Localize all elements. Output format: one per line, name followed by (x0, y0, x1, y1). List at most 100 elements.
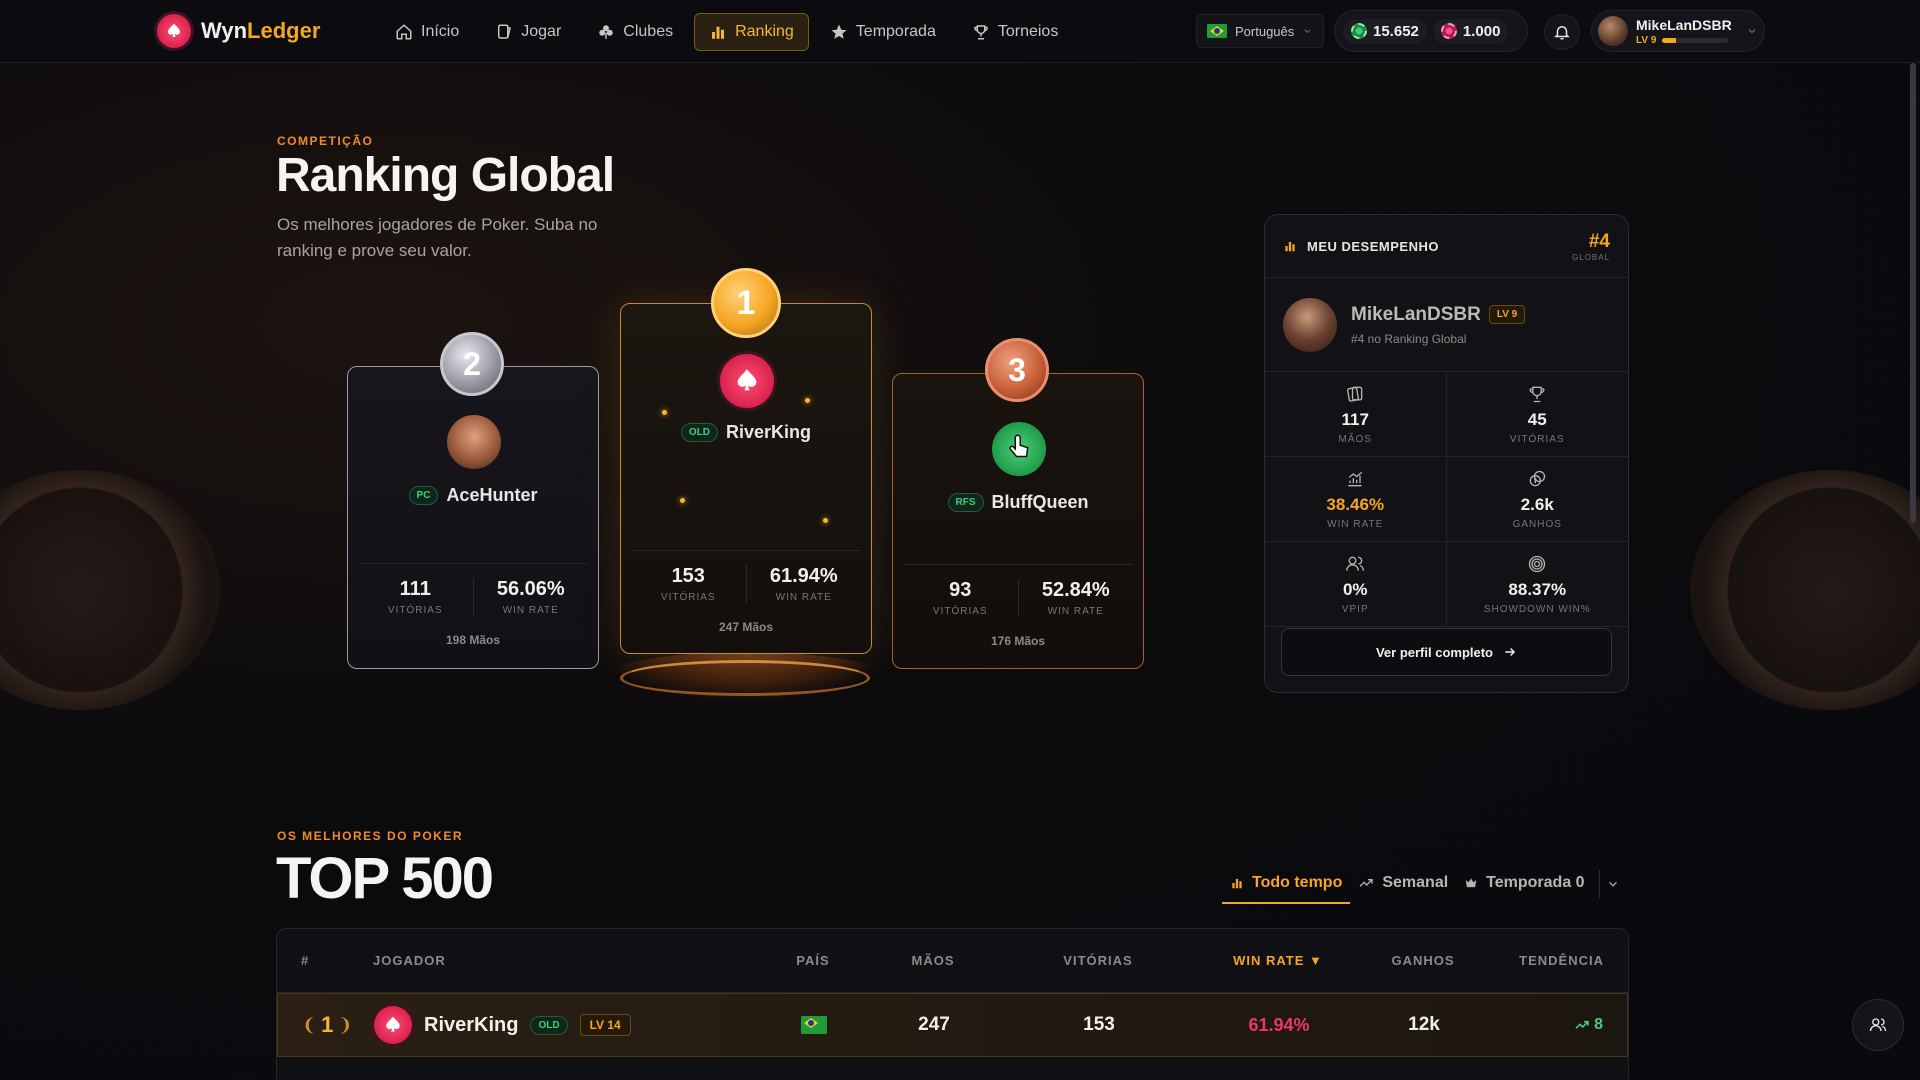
wins-cell: 153 (1083, 1014, 1115, 1035)
performance-subtitle: #4 no Ranking Global (1351, 331, 1467, 346)
green-chip-icon (1351, 23, 1367, 39)
column-header-rank[interactable]: # (277, 953, 373, 968)
section-eyebrow: COMPETIÇÃO (277, 134, 374, 148)
podium-card-1[interactable]: OLD RiverKing 153 VITÓRIAS 61.94% WIN RATE… (620, 303, 872, 654)
brazil-flag-icon (1207, 24, 1227, 38)
coins-icon (1529, 470, 1546, 486)
home-icon (396, 24, 412, 40)
spade-chip-logo-icon (157, 14, 191, 48)
nav-item-label: Temporada (855, 23, 936, 40)
win-rate-cell: 61.94% (1248, 1014, 1310, 1035)
column-header-win-rate[interactable]: WIN RATE ▼ (1203, 953, 1353, 968)
section-eyebrow: OS MELHORES DO POKER (277, 829, 464, 843)
page-title: Ranking Global (276, 149, 615, 202)
wins-value: 93 (949, 579, 972, 601)
filter-season[interactable]: Temporada 0 (1456, 864, 1592, 904)
language-label: Português (1235, 23, 1295, 39)
my-performance-card: MEU DESEMPENHO #4 GLOBAL MikeLanDSBR LV … (1264, 214, 1629, 693)
podium-card-2[interactable]: PC AceHunter 111 VITÓRIAS 56.06% WIN RATE … (347, 366, 599, 669)
win-rate-value: 56.06% (496, 578, 565, 600)
player-tag: RFS (947, 493, 984, 512)
language-selector[interactable]: Português (1196, 14, 1324, 48)
column-header-country[interactable]: PAÍS (753, 953, 873, 968)
target-icon (1529, 555, 1546, 572)
player-tag: OLD (680, 423, 719, 442)
level-badge: LV 9 (1488, 305, 1526, 324)
nav-item-label: Jogar (521, 23, 562, 40)
sort-desc-icon: ▼ (1309, 953, 1323, 968)
chevron-down-icon[interactable] (1606, 877, 1620, 891)
hands-count: 247 Mãos (718, 620, 774, 634)
friends-floating-button[interactable] (1852, 999, 1904, 1051)
leaderboard-table: # JOGADOR PAÍS MÃOS VITÓRIAS WIN RATE ▼ … (276, 928, 1629, 1080)
win-rate-value: 61.94% (769, 565, 838, 587)
brand-logo-link[interactable]: WynLedger (157, 14, 320, 48)
sparkle-decoration (662, 410, 667, 415)
level-badge: LV 14 (579, 1014, 631, 1036)
poker-chip-decoration-right (1690, 470, 1920, 710)
trending-up-icon (1575, 1020, 1589, 1029)
bar-chart-icon (1285, 241, 1295, 252)
nav-item-inicio[interactable]: Início (380, 13, 474, 51)
stat-showdown: 88.37% SHOWDOWN WIN% (1446, 542, 1628, 627)
win-rate-label: WIN RATE (775, 592, 832, 603)
column-header-gains[interactable]: GANHOS (1353, 953, 1493, 968)
level-progress-fill (1662, 37, 1676, 43)
podium-pedestal-ring (620, 660, 870, 696)
player-name[interactable]: RiverKing (424, 1014, 518, 1037)
column-header-player[interactable]: JOGADOR (373, 953, 753, 968)
star-icon (831, 24, 847, 39)
table-row[interactable]: ❨ 1 ❩ RiverKing OLD LV 14 247 153 61.94%… (277, 993, 1628, 1057)
podium-card-3[interactable]: RFS BluffQueen 93 VITÓRIAS 52.84% WIN RATE… (892, 373, 1144, 669)
brand-name: WynLedger (201, 18, 321, 43)
nav-item-temporada[interactable]: Temporada (815, 13, 951, 51)
wins-value: 111 (399, 578, 431, 600)
sparkle-decoration (823, 518, 828, 523)
stat-vpip: 0% VPIP (1265, 542, 1447, 627)
pink-chip-balance: 1.000 (1432, 18, 1509, 44)
wins-label: VITÓRIAS (932, 606, 988, 617)
win-rate-label: WIN RATE (1047, 606, 1104, 617)
nav-item-jogar[interactable]: Jogar (480, 13, 576, 51)
gains-cell: 12k (1408, 1014, 1440, 1035)
green-chip-balance: 15.652 (1343, 18, 1427, 44)
nav-item-ranking[interactable]: Ranking (694, 13, 809, 51)
column-header-wins[interactable]: VITÓRIAS (993, 953, 1203, 968)
crown-icon (1465, 878, 1477, 888)
pink-chip-icon (1440, 23, 1457, 39)
column-header-trend[interactable]: TENDÊNCIA (1493, 953, 1628, 968)
cards-icon (1347, 386, 1363, 402)
trending-up-icon (1359, 879, 1374, 887)
bronze-medal-icon: 3 (985, 338, 1049, 402)
player-name: RiverKing (726, 422, 812, 442)
view-full-profile-button[interactable]: Ver perfil completo (1281, 628, 1612, 676)
chevron-down-icon (1304, 29, 1311, 33)
nav-item-label: Torneios (997, 23, 1059, 40)
nav-item-clubes[interactable]: Clubes (582, 13, 688, 51)
balance-display[interactable]: 15.652 1.000 (1334, 10, 1528, 52)
player-name: AceHunter (446, 485, 538, 505)
filter-weekly[interactable]: Semanal (1350, 864, 1456, 904)
wins-label: VITÓRIAS (387, 605, 443, 616)
wins-label: VITÓRIAS (660, 592, 716, 603)
page-scrollbar[interactable] (1910, 63, 1916, 523)
user-menu[interactable]: MikeLanDSBR LV 9 (1591, 10, 1765, 52)
club-icon (599, 25, 614, 39)
users-icon (1869, 1018, 1887, 1032)
performance-user-name: MikeLanDSBR (1351, 303, 1481, 325)
filter-all-time[interactable]: Todo tempo (1222, 864, 1351, 904)
top-navigation-bar: WynLedger Início Jogar Clubes Ranking Te… (0, 0, 1920, 63)
nav-item-torneios[interactable]: Torneios (957, 13, 1073, 51)
level-progress-bar (1662, 37, 1729, 43)
notifications-button[interactable] (1544, 14, 1580, 50)
leaderboard-title: TOP 500 (276, 846, 494, 911)
global-rank-value: #4 (1588, 230, 1610, 252)
avatar (447, 415, 501, 469)
stat-win-rate: 38.46% WIN RATE (1265, 457, 1447, 542)
users-icon (1346, 556, 1365, 571)
column-header-hands[interactable]: MÃOS (873, 953, 993, 968)
nav-item-label: Clubes (623, 23, 674, 40)
global-rank-label: GLOBAL (1571, 252, 1610, 262)
stat-hands: 117 MÃOS (1265, 372, 1447, 457)
spade-chip-avatar (720, 354, 774, 408)
